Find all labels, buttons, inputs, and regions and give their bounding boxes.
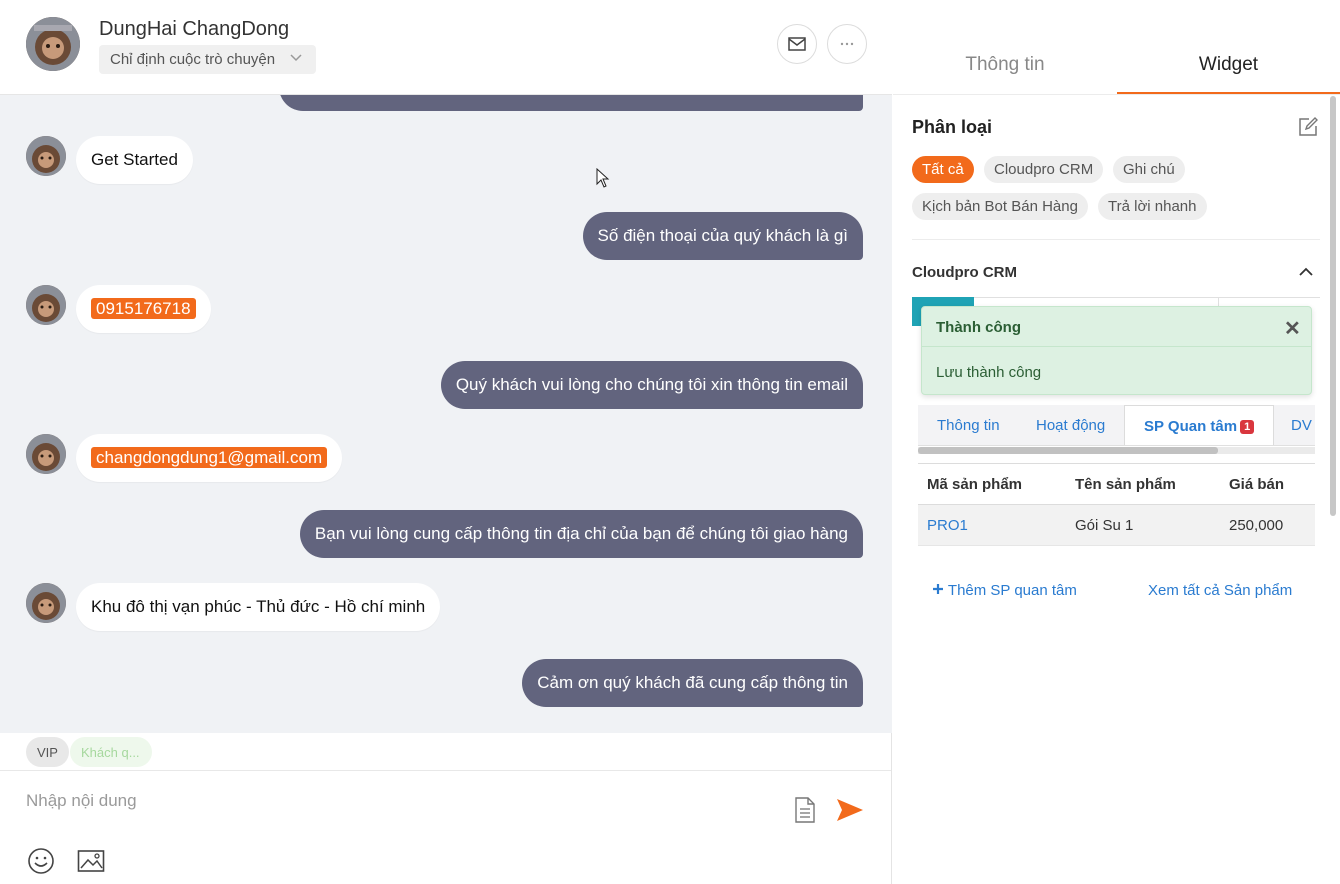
table-header-row: Mã sản phẩm Tên sản phẩm Giá bán (918, 464, 1315, 505)
success-toast: Thành công ✕ Lưu thành công (921, 306, 1312, 395)
view-all-products-link[interactable]: Xem tất cả Sản phẩm (1148, 582, 1292, 599)
message-text: Quý khách vui lòng cho chúng tôi xin thô… (455, 375, 848, 394)
contact-tags-bar: VIP Khách q... (0, 733, 891, 771)
subtab-activity[interactable]: Hoạt động (1036, 417, 1105, 434)
message-bubble-incoming: changdongdung1@gmail.com (76, 434, 343, 482)
image-icon[interactable] (77, 849, 105, 878)
subtab-products-label: SP Quan tâm (1144, 418, 1238, 435)
contact-avatar[interactable] (26, 17, 80, 71)
emoji-icon[interactable] (27, 847, 55, 880)
classification-title: Phân loại (912, 117, 993, 137)
send-icon[interactable] (836, 798, 864, 827)
message-text: Bạn vui lòng cung cấp thông tin địa chỉ … (314, 524, 848, 543)
message-text: Cảm ơn quý khách đã cung cấp thông tin (537, 673, 848, 692)
message-bubble-outgoing: Bạn vui lòng cung cấp thông tin địa chỉ … (299, 510, 863, 558)
tab-info[interactable]: Thông tin (893, 0, 1117, 94)
product-price: 250,000 (1229, 517, 1284, 534)
more-options-button[interactable] (827, 24, 867, 64)
chevron-down-icon (290, 51, 302, 69)
mouse-cursor-icon (596, 167, 610, 193)
subtabs-scrollbar[interactable] (918, 447, 1315, 454)
message-bubble-partial (279, 95, 863, 111)
document-template-icon[interactable] (793, 796, 817, 829)
chip-bot-script[interactable]: Kịch bản Bot Bán Hàng (912, 193, 1088, 220)
column-header: Giá bán (1229, 476, 1285, 493)
crm-subtabs: Thông tin Hoạt động SP Quan tâm 1 DV (918, 405, 1315, 446)
subtab-services[interactable]: DV (1291, 417, 1312, 434)
crm-field (974, 297, 1320, 298)
tag-vip[interactable]: VIP (26, 737, 69, 767)
chat-header: DungHai ChangDong Chỉ định cuộc trò chuy… (0, 0, 892, 95)
tab-divider (893, 94, 1340, 95)
side-panel: Thông tin Widget Phân loại Tất cả Cloudp… (893, 0, 1340, 884)
table-row: PRO1 Gói Su 1 250,000 (918, 505, 1315, 546)
column-header: Mã sản phẩm (927, 476, 1023, 493)
toast-divider (922, 346, 1311, 347)
toast-title: Thành công (936, 319, 1021, 336)
chip-all[interactable]: Tất cả (912, 156, 974, 183)
message-bubble-incoming: 0915176718 (76, 285, 211, 333)
plus-icon (932, 582, 944, 599)
add-product-label: Thêm SP quan tâm (947, 582, 1077, 599)
sender-avatar (26, 285, 66, 325)
scrollbar-thumb[interactable] (918, 447, 1218, 454)
add-product-interest-link[interactable]: Thêm SP quan tâm (932, 582, 1077, 599)
highlighted-email[interactable]: changdongdung1@gmail.com (91, 447, 328, 468)
chip-cloudpro-crm[interactable]: Cloudpro CRM (984, 156, 1104, 183)
message-text: Số điện thoại của quý khách là gì (597, 226, 848, 245)
message-bubble-outgoing: Số điện thoại của quý khách là gì (582, 212, 863, 260)
contact-name: DungHai ChangDong (99, 18, 290, 40)
message-bubble-outgoing: Quý khách vui lòng cho chúng tôi xin thô… (440, 361, 863, 409)
mail-button[interactable] (777, 24, 817, 64)
message-composer: Nhập nội dung (0, 772, 891, 884)
tab-widget[interactable]: Widget (1117, 0, 1340, 94)
assign-label: Chỉ định cuộc trò chuyện (110, 51, 276, 68)
sender-avatar (26, 583, 66, 623)
highlighted-phone[interactable]: 0915176718 (91, 298, 196, 319)
subtab-info[interactable]: Thông tin (937, 417, 1000, 434)
subtab-products-of-interest[interactable]: SP Quan tâm 1 (1124, 405, 1275, 445)
message-text: Khu đô thị vạn phúc - Thủ đức - Hồ chí m… (91, 597, 426, 616)
chip-notes[interactable]: Ghi chú (1113, 156, 1185, 183)
chevron-up-icon[interactable] (1298, 264, 1314, 285)
close-icon[interactable]: ✕ (1284, 316, 1301, 341)
chip-quick-reply[interactable]: Trả lời nhanh (1098, 193, 1207, 220)
chat-panel: DungHai ChangDong Chỉ định cuộc trò chuy… (0, 0, 892, 884)
count-badge: 1 (1240, 420, 1255, 434)
crm-section-title: Cloudpro CRM (912, 264, 1017, 281)
side-scrollbar[interactable] (1330, 96, 1336, 516)
message-bubble-incoming: Khu đô thị vạn phúc - Thủ đức - Hồ chí m… (76, 583, 441, 631)
product-table: Mã sản phẩm Tên sản phẩm Giá bán PRO1 Gó… (918, 463, 1315, 546)
message-list[interactable]: Get Started Số điện thoại của quý khách … (0, 95, 892, 733)
message-bubble-outgoing: Cảm ơn quý khách đã cung cấp thông tin (522, 659, 863, 707)
message-text: Get Started (91, 150, 178, 169)
assign-conversation-dropdown[interactable]: Chỉ định cuộc trò chuyện (99, 45, 316, 74)
message-bubble-incoming: Get Started (76, 136, 193, 184)
message-input[interactable]: Nhập nội dung (26, 791, 137, 811)
product-name: Gói Su 1 (1075, 517, 1134, 534)
sender-avatar (26, 136, 66, 176)
sender-avatar (26, 434, 66, 474)
column-header: Tên sản phẩm (1075, 476, 1176, 493)
edit-icon[interactable] (1297, 116, 1319, 143)
product-code-link[interactable]: PRO1 (927, 517, 968, 534)
section-divider (912, 239, 1320, 240)
toast-message: Lưu thành công (936, 364, 1042, 381)
tag-customer[interactable]: Khách q... (70, 737, 152, 767)
